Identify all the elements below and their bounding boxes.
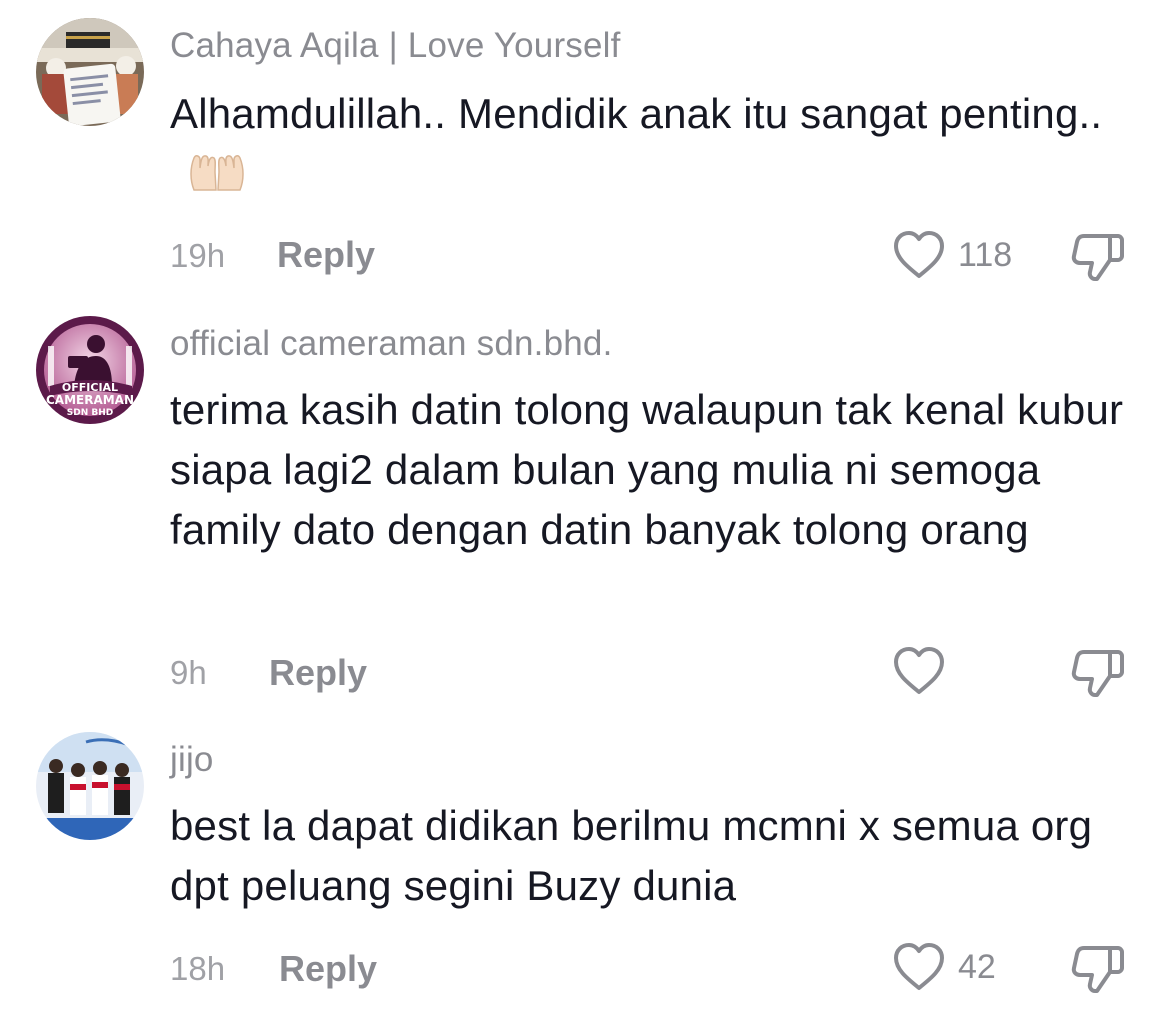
heart-outline-icon <box>894 647 944 694</box>
dislike-button[interactable] <box>1070 228 1126 284</box>
like-count: 42 <box>958 948 996 986</box>
dislike-button[interactable] <box>1070 644 1126 700</box>
thumbs-down-outline-icon <box>1071 650 1124 697</box>
heart-outline-icon <box>894 943 944 990</box>
like-button[interactable] <box>892 942 946 992</box>
reply-button[interactable]: Reply <box>279 948 377 990</box>
avatar-logo-text: SDN BHD <box>67 408 113 418</box>
comment-text-body: Alhamdulillah.. Mendidik anak itu sangat… <box>170 90 1103 137</box>
comment-text: terima kasih datin tolong walaupun tak k… <box>170 386 1124 553</box>
comment-username[interactable]: official cameraman sdn.bhd. <box>170 324 613 364</box>
heart-outline-icon <box>894 231 944 278</box>
avatar[interactable] <box>36 732 144 840</box>
comment-timestamp: 19h <box>170 237 226 274</box>
dislike-button[interactable] <box>1070 940 1126 996</box>
like-button[interactable] <box>892 230 946 280</box>
comment-username[interactable]: Cahaya Aqila | Love Yourself <box>170 26 621 66</box>
thumbs-down-outline-icon <box>1071 234 1124 281</box>
avatar-logo-text: CAMERAMAN <box>46 393 134 407</box>
comment-timestamp: 18h <box>170 950 226 987</box>
avatar[interactable]: OFFICIAL CAMERAMAN SDN BHD <box>36 316 144 424</box>
thumbs-down-outline-icon <box>1071 946 1124 993</box>
like-button[interactable] <box>892 646 946 696</box>
comment-text: best la dapat didikan berilmu mcmni x se… <box>170 802 1093 909</box>
comment-timestamp: 9h <box>170 654 207 691</box>
like-count: 118 <box>958 236 1013 274</box>
reply-button[interactable]: Reply <box>269 652 367 694</box>
avatar[interactable] <box>36 18 144 126</box>
palms-up-together-icon <box>188 150 246 210</box>
reply-button[interactable]: Reply <box>277 234 375 276</box>
comment-text: Alhamdulillah.. Mendidik anak itu sangat… <box>170 84 1130 210</box>
comment-username[interactable]: jijo <box>170 740 214 780</box>
